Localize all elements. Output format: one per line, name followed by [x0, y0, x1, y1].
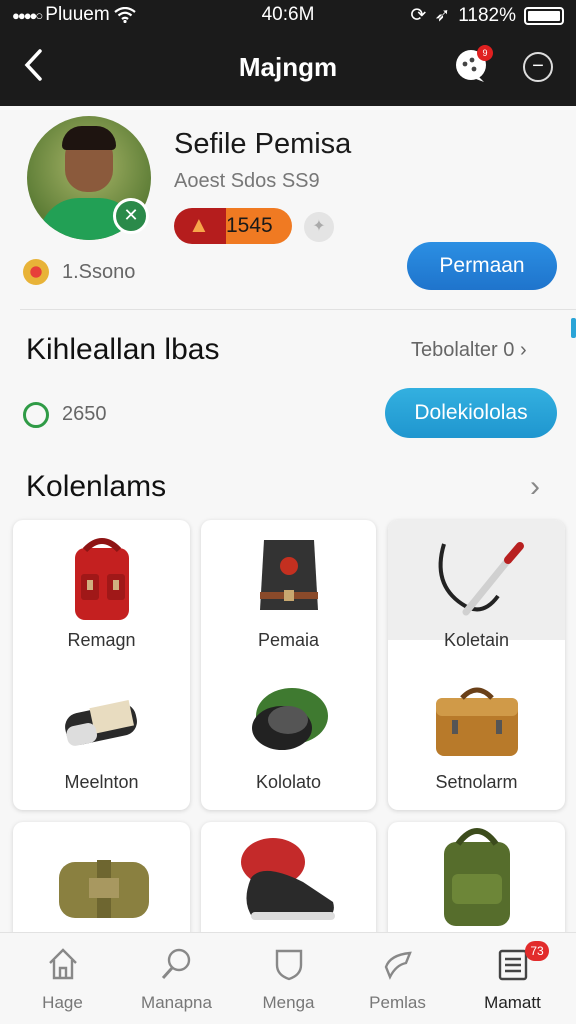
- status-bar: ●●●●○ Pluuem 40:6M ⟳ ➶ 1182%: [0, 0, 576, 30]
- pin-icon[interactable]: ✦: [304, 212, 334, 242]
- ring-icon: [23, 402, 49, 428]
- location-icon: ➶: [434, 5, 451, 26]
- see-all-label: Tebolalter 0: [411, 339, 515, 361]
- tab-badge: 73: [525, 941, 549, 961]
- profile-subtitle: Aoest Sdos SS9: [174, 170, 320, 192]
- status-icons: ⟳ ➶ 1182%: [410, 4, 564, 27]
- item-card-column-2: Pemaia Kololato: [201, 520, 376, 810]
- item-label: Remagn: [67, 630, 136, 650]
- sneaker-icon: [241, 838, 335, 920]
- profile-content[interactable]: ✕ Sefile Pemisa Aoest Sdos SS9 ▲ 1545 ✦ …: [0, 106, 576, 932]
- briefcase-icon: [435, 687, 518, 756]
- item-tile[interactable]: Pemaia: [201, 534, 376, 651]
- dolekiololas-button[interactable]: Dolekiololas: [385, 388, 557, 438]
- permaan-button[interactable]: Permaan: [407, 242, 557, 290]
- divider: [20, 309, 576, 310]
- tab-label: Hage: [42, 993, 83, 1012]
- item-tile[interactable]: Koletain: [388, 534, 565, 651]
- scroll-indicator: [571, 318, 576, 338]
- section-count: 2650: [62, 403, 107, 425]
- see-all-link[interactable]: Tebolalter 0 ›: [411, 339, 527, 362]
- tab-bar: Hage Manapna Menga Pemlas 73 Mamatt: [0, 932, 576, 1024]
- chevron-right-icon[interactable]: ›: [530, 470, 540, 504]
- item-card[interactable]: [201, 822, 376, 932]
- helmet-icon: [251, 688, 328, 750]
- item-tile[interactable]: Meelnton: [13, 676, 190, 793]
- tab-label: Pemlas: [369, 993, 426, 1012]
- chat-button[interactable]: 9: [454, 45, 493, 84]
- score-badge: ▲ 1545: [174, 208, 292, 244]
- item-card[interactable]: [388, 822, 565, 932]
- item-card[interactable]: [13, 822, 190, 932]
- more-button[interactable]: −: [523, 52, 553, 82]
- scroll-icon: [64, 699, 137, 746]
- tab-tag[interactable]: Pemlas: [340, 933, 455, 1024]
- profile-name: Sefile Pemisa: [174, 128, 352, 160]
- verified-badge-icon: ✕: [113, 198, 149, 234]
- vest-icon: [259, 540, 318, 610]
- score-value: 1545: [226, 214, 273, 237]
- nav-bar: Majngm 9 −: [0, 30, 576, 106]
- coin-balance: 1.Ssono: [62, 261, 136, 283]
- home-icon: [49, 948, 77, 980]
- tab-label: Manapna: [141, 993, 212, 1012]
- item-card-column-3: Koletain Setnolarm: [388, 520, 565, 810]
- shield-icon: [275, 949, 303, 981]
- whip-knife-icon: [438, 542, 524, 616]
- tag-icon: [384, 951, 412, 980]
- item-tile[interactable]: Setnolarm: [388, 676, 565, 793]
- item-label: Koletain: [443, 630, 510, 650]
- item-card-column-1: Remagn Meelnton: [13, 520, 190, 810]
- tab-shield[interactable]: Menga: [231, 933, 346, 1024]
- battery-icon: [524, 6, 564, 25]
- item-label: Pemaia: [257, 630, 320, 650]
- chat-badge: 9: [477, 45, 493, 61]
- item-label: Meelnton: [64, 772, 139, 792]
- canvas-bag-icon: [59, 860, 149, 918]
- avatar-hair: [62, 126, 116, 150]
- search-icon: [161, 948, 191, 980]
- item-label: Kololato: [255, 772, 322, 792]
- rotation-lock-icon: ⟳: [410, 5, 427, 26]
- minus-icon: −: [532, 55, 544, 77]
- battery-percent: 1182%: [458, 4, 516, 26]
- item-tile[interactable]: Remagn: [13, 534, 190, 651]
- section-title: Kihleallan lbas: [26, 333, 220, 366]
- tab-home[interactable]: Hage: [5, 933, 120, 1024]
- item-tile[interactable]: Kololato: [201, 676, 376, 793]
- tab-label: Mamatt: [484, 993, 541, 1012]
- item-label: Setnolarm: [435, 772, 518, 792]
- red-backpack-icon: [74, 538, 129, 620]
- tab-search[interactable]: Manapna: [119, 933, 234, 1024]
- tab-label: Menga: [262, 993, 315, 1012]
- flame-icon: ▲: [188, 212, 210, 237]
- collections-title: Kolenlams: [26, 470, 167, 503]
- tab-list[interactable]: 73 Mamatt: [455, 933, 570, 1024]
- coin-icon: [23, 259, 49, 285]
- green-backpack-icon: [444, 828, 510, 926]
